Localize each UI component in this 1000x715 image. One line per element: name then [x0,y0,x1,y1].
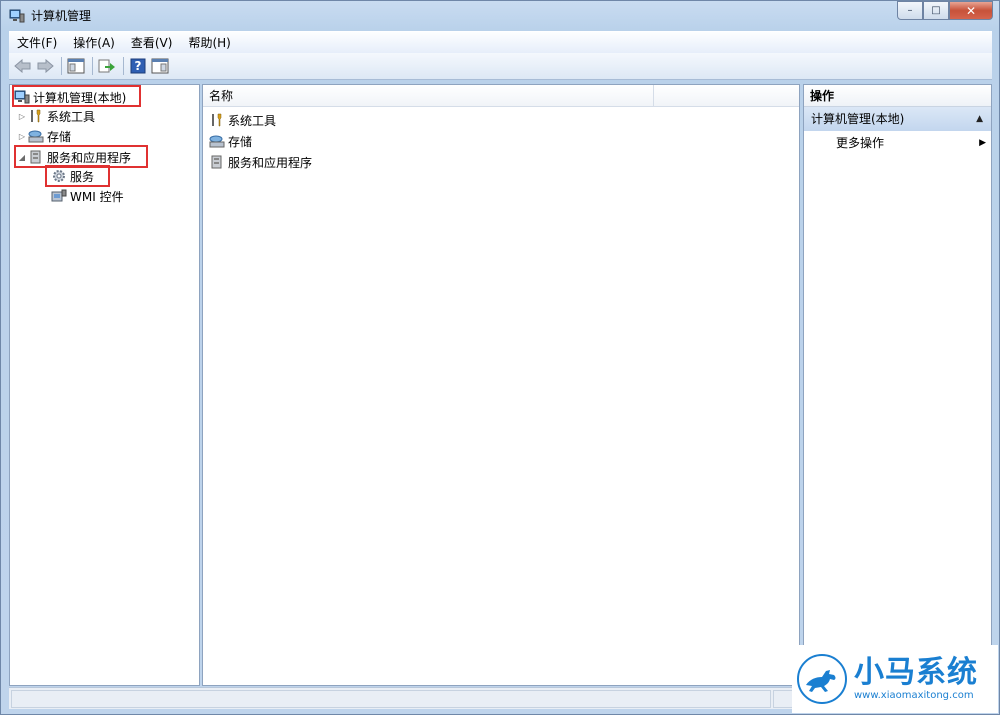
tree-item-label: 存储 [47,129,72,144]
export-list-icon[interactable] [97,56,117,76]
watermark-title: 小马系统 [854,655,978,690]
list-item[interactable]: 系统工具 [209,110,276,130]
storage-icon [28,128,44,144]
close-button[interactable]: ✕ [949,1,993,20]
list-item-label: 系统工具 [228,113,277,128]
more-actions-item[interactable]: 更多操作 ▶ [836,133,986,153]
computer-management-window: 计算机管理 – □ ✕ 文件(F) 操作(A) 查看(V) 帮助(H) ? 计算… [0,0,1000,715]
list-item-label: 服务和应用程序 [228,155,313,170]
tree-item-label: WMI 控件 [70,189,124,204]
watermark: 小马系统 www.xiaomaxitong.com [792,645,998,713]
horse-logo-icon [797,654,847,704]
help-glyph: ? [134,58,142,73]
more-actions-label: 更多操作 [836,136,885,150]
menu-file[interactable]: 文件(F) [9,34,65,51]
storage-icon [209,133,225,149]
show-hide-action-pane-icon[interactable] [150,56,170,76]
action-section-label: 计算机管理(本地) [811,112,905,126]
list-item-label: 存储 [228,134,253,149]
submenu-arrow-icon: ▶ [979,138,986,148]
title-bar[interactable]: 计算机管理 – □ ✕ [1,1,999,30]
list-pane[interactable]: 名称 系统工具 存储 服务和应用程序 [202,84,800,686]
window-controls: – □ ✕ [897,1,993,20]
tree-item-system-tools[interactable]: ▷ 系统工具 [16,106,95,126]
menu-bar: 文件(F) 操作(A) 查看(V) 帮助(H) [9,31,992,53]
watermark-url: www.xiaomaxitong.com [854,690,974,701]
show-hide-tree-icon[interactable] [66,56,86,76]
list-header: 名称 [203,85,799,107]
maximize-button[interactable]: □ [923,1,949,20]
column-header-name[interactable]: 名称 [203,85,654,107]
toolbar-separator [123,57,124,75]
menu-help[interactable]: 帮助(H) [180,34,238,51]
list-item[interactable]: 存储 [209,131,252,151]
toolbar-separator [61,57,62,75]
wmi-control-icon [51,188,67,204]
status-segment [11,690,771,708]
toolbar-separator [92,57,93,75]
menu-view[interactable]: 查看(V) [123,34,181,51]
services-apps-icon [209,154,225,170]
system-tools-icon [209,112,225,128]
back-icon[interactable] [13,56,33,76]
forward-icon[interactable] [35,56,55,76]
collapse-triangle-icon[interactable]: ▲ [976,107,983,131]
action-pane-title: 操作 [804,85,991,107]
navigation-tree-pane[interactable]: 计算机管理(本地) ▷ 系统工具 ▷ 存储 ◢ 服务和应用程序 服务 WMI 控… [9,84,200,686]
help-icon[interactable]: ? [128,56,148,76]
highlight-box [45,165,110,187]
minimize-button[interactable]: – [897,1,923,20]
system-tools-icon [28,108,44,124]
action-pane: 操作 计算机管理(本地) ▲ 更多操作 ▶ [803,84,992,686]
toolbar: ? [9,53,992,80]
tree-item-storage[interactable]: ▷ 存储 [16,126,71,146]
computer-management-icon [9,8,25,24]
expand-arrow-icon[interactable]: ▷ [16,112,28,121]
action-section-header[interactable]: 计算机管理(本地) ▲ [804,107,991,131]
window-title: 计算机管理 [31,9,92,23]
expand-arrow-icon[interactable]: ▷ [16,132,28,141]
tree-item-wmi-control[interactable]: WMI 控件 [51,186,124,206]
highlight-box [12,85,141,107]
list-item[interactable]: 服务和应用程序 [209,152,312,172]
tree-item-label: 系统工具 [47,109,96,124]
menu-action[interactable]: 操作(A) [65,34,123,51]
